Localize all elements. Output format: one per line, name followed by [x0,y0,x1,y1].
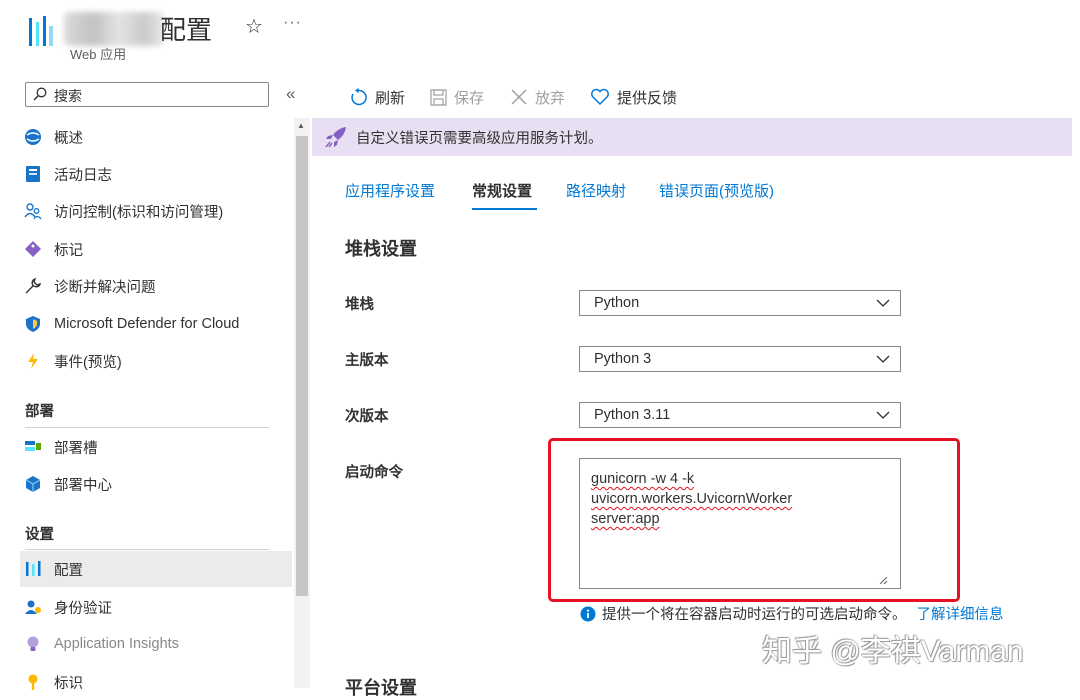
sidebar-item-defender[interactable]: Microsoft Defender for Cloud [20,306,292,342]
sidebar-item-diagnose[interactable]: 诊断并解决问题 [20,268,292,304]
globe-icon [25,129,41,145]
section-divider [25,427,269,428]
section-divider [25,549,269,550]
save-button[interactable]: 保存 [430,84,484,110]
sidebar-item-label: 标记 [54,242,83,259]
lightning-icon [28,353,38,369]
section-deploy: 部署 [25,404,54,420]
sidebar-item-label: 诊断并解决问题 [54,279,156,296]
save-label: 保存 [454,89,485,107]
collapse-sidebar-icon[interactable]: « [286,84,295,104]
stack-value: Python [594,295,640,311]
config-logo-icon [29,16,53,46]
search-icon [33,87,47,101]
stack-dropdown[interactable]: Python [579,290,901,316]
platform-settings-title: 平台设置 [345,678,417,698]
tab-app-settings[interactable]: 应用程序设置 [345,180,435,201]
sidebar-item-label: 概述 [54,130,83,147]
stack-label: 堆栈 [345,297,374,313]
sidebar-item-deployment-center[interactable]: 部署中心 [20,466,292,502]
slots-icon [25,441,41,451]
active-tab-underline [472,208,537,210]
sidebar-item-label: 配置 [54,562,83,579]
discard-button[interactable]: 放弃 [510,84,565,110]
sidebar-item-label: 活动日志 [54,167,112,184]
sidebar-item-identity[interactable]: 标识 [20,664,292,700]
more-options-icon[interactable]: ··· [283,14,302,32]
upgrade-banner: 自定义错误页需要高级应用服务计划。 [312,118,1072,156]
sidebar-item-tags[interactable]: 标记 [20,231,292,267]
sidebar-item-events[interactable]: 事件(预览) [20,343,292,379]
heart-icon [591,88,609,106]
scroll-up-arrow-icon[interactable]: ▲ [297,121,305,130]
major-version-value: Python 3 [594,351,652,367]
auth-icon [25,600,41,614]
sidebar-item-app-insights[interactable]: Application Insights [20,626,292,662]
save-icon [430,88,447,106]
sidebar-item-access-control[interactable]: 访问控制(标识和访问管理) [20,193,292,229]
stack-settings-title: 堆栈设置 [345,239,417,259]
major-version-label: 主版本 [345,353,389,369]
feedback-button[interactable]: 提供反馈 [590,84,677,110]
chevron-down-icon [876,355,890,363]
startup-command-label: 启动命令 [345,465,403,481]
tab-path-mappings[interactable]: 路径映射 [566,180,626,201]
startup-info-text: 提供一个将在容器启动时运行的可选启动命令。 [602,607,907,623]
key-icon [28,674,38,690]
page-title: 配置 [160,15,213,45]
sidebar-item-label: 事件(预览) [54,354,122,371]
blurred-app-name [64,12,164,46]
bulb-icon [27,636,39,651]
cube-icon [25,476,41,492]
tag-icon [25,241,41,257]
refresh-button[interactable]: 刷新 [349,84,405,110]
sidebar-item-label: 部署槽 [54,440,98,457]
favorite-star-icon[interactable]: ☆ [245,14,263,39]
banner-text: 自定义错误页需要高级应用服务计划。 [356,130,603,147]
sidebar-item-activity-log[interactable]: 活动日志 [20,156,292,192]
major-version-dropdown[interactable]: Python 3 [579,346,901,372]
sidebar-item-deployment-slots[interactable]: 部署槽 [20,429,292,465]
info-icon [580,606,596,621]
log-icon [26,166,40,182]
refresh-icon [351,87,367,105]
sidebar-item-label: 身份验证 [54,600,112,617]
learn-more-link[interactable]: 了解详细信息 [917,603,1004,624]
sidebar-item-label: 访问控制(标识和访问管理) [54,204,224,221]
sidebar-item-authentication[interactable]: 身份验证 [20,589,292,625]
tab-general-settings[interactable]: 常规设置 [472,180,532,201]
sidebar-item-label: 部署中心 [54,477,112,494]
people-icon [24,203,42,220]
config-icon [26,561,41,576]
sidebar-item-label: 标识 [54,675,83,692]
chevron-down-icon [876,411,890,419]
feedback-label: 提供反馈 [617,89,678,107]
wrench-icon [25,277,42,294]
section-settings: 设置 [25,527,54,543]
scrollbar-thumb[interactable] [296,136,308,596]
search-input[interactable] [52,85,266,106]
rocket-icon [325,127,346,148]
tab-error-pages[interactable]: 错误页面(预览版) [659,180,774,201]
minor-version-label: 次版本 [345,409,389,425]
startup-info: 提供一个将在容器启动时运行的可选启动命令。 了解详细信息 [580,603,1004,624]
refresh-label: 刷新 [375,89,406,107]
shield-icon [26,316,40,332]
sidebar-item-label: Microsoft Defender for Cloud [54,316,240,332]
sidebar-item-configuration[interactable]: 配置 [20,551,292,587]
discard-label: 放弃 [535,89,566,107]
minor-version-dropdown[interactable]: Python 3.11 [579,402,901,428]
sidebar-item-label: Application Insights [54,636,179,652]
sidebar-item-overview[interactable]: 概述 [20,119,292,155]
minor-version-value: Python 3.11 [594,407,671,423]
close-icon [511,89,527,105]
chevron-down-icon [876,299,890,307]
page-subtitle: Web 应用 [70,47,127,62]
sidebar-search[interactable] [25,82,269,107]
watermark: 知乎 @李祺Varman [762,635,1024,668]
red-highlight-box [548,438,960,602]
